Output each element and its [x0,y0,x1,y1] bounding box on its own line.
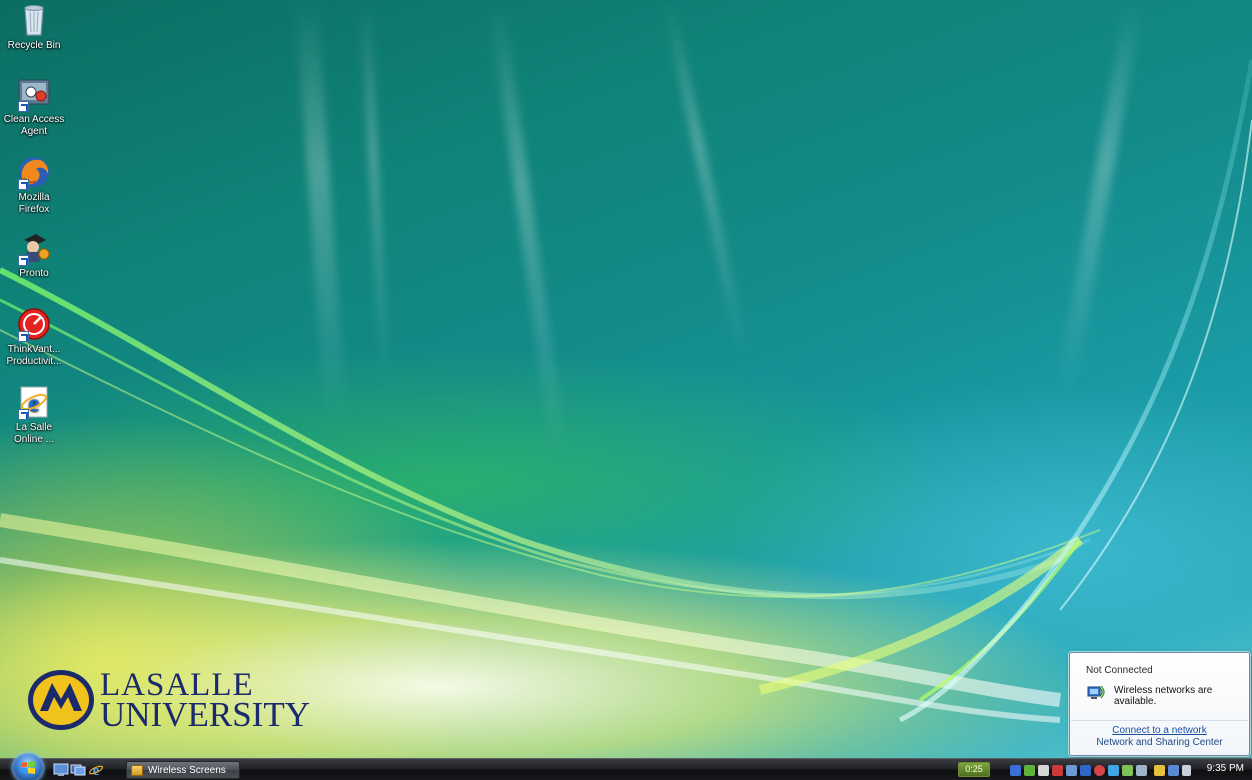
folder-icon [131,764,143,776]
desktop: Recycle Bin Clean Access Agent Mozilla F… [0,0,1252,758]
lasalle-university-logo: LASALLE UNIVERSITY [26,665,310,735]
notification-message: Wireless networks are available. [1114,685,1213,707]
pronto-icon [16,230,52,266]
tray-app-icon[interactable] [1052,764,1063,776]
notification-title: Not Connected [1086,665,1153,676]
desktop-icon-label: Recycle Bin [7,40,61,51]
desktop-icon-label: ThinkVant... Productivit... [6,344,62,367]
tray-network-icon[interactable] [1066,764,1077,776]
tray-app-icon[interactable] [1108,764,1119,776]
wireless-network-icon [1087,685,1105,699]
thinkvantage-icon [16,306,52,342]
desktop-icon-pronto[interactable]: Pronto [2,230,66,280]
desktop-icon-label: La Salle Online ... [13,422,55,445]
tray-wireless-icon[interactable] [1168,764,1179,776]
desktop-icon-mozilla-firefox[interactable]: Mozilla Firefox [2,154,66,216]
desktop-icon-label: Pronto [19,268,49,279]
lasalle-seal-icon [28,670,94,730]
desktop-icon-label: Clean Access Agent [3,114,65,137]
tray-app-icon[interactable] [1010,764,1021,776]
firefox-icon [16,154,52,190]
start-button[interactable] [12,753,44,780]
taskbar: e Wireless Screens 0:25 9:35 PM [0,753,1252,780]
tray-alert-icon[interactable] [1094,764,1105,776]
desktop-icon-la-salle-online[interactable]: e La Salle Online ... [2,384,66,446]
logo-line-2: UNIVERSITY [100,695,310,734]
tray-shield-icon[interactable] [1038,764,1049,776]
network-notification-popup[interactable]: Not Connected Wireless networks are avai… [1069,652,1250,756]
tray-power-icon[interactable] [1154,764,1165,776]
system-tray [1010,762,1194,778]
desktop-icon-clean-access-agent[interactable]: Clean Access Agent [2,76,66,138]
windows-logo-icon [21,761,35,774]
tray-app-icon[interactable] [1136,764,1147,776]
battery-timer[interactable]: 0:25 [958,762,990,777]
taskbar-window-wireless-screens[interactable]: Wireless Screens [126,761,240,779]
desktop-icon-thinkvantage[interactable]: ThinkVant... Productivit... [2,306,66,368]
tray-app-icon[interactable] [1122,764,1133,776]
recycle-bin-icon [16,2,52,38]
connect-to-network-link[interactable]: Connect to a network [1070,725,1249,736]
taskbar-clock[interactable]: 9:35 PM [1207,763,1244,774]
bluetooth-icon[interactable] [1080,764,1091,776]
svg-text:e: e [93,763,100,777]
notification-divider [1071,720,1248,721]
wallpaper-swoosh [0,59,1252,723]
network-sharing-center-link[interactable]: Network and Sharing Center [1070,737,1249,748]
internet-explorer-icon[interactable]: e [88,762,104,777]
internet-explorer-icon: e [16,384,52,420]
desktop-icon-recycle-bin[interactable]: Recycle Bin [2,2,66,52]
taskbar-window-label: Wireless Screens [148,764,226,776]
tray-app-icon[interactable] [1024,764,1035,776]
volume-icon[interactable] [1182,764,1191,776]
desktop-icon-label: Mozilla Firefox [18,192,50,215]
show-desktop-icon[interactable] [53,762,69,777]
clean-access-agent-icon [16,76,52,112]
switch-windows-icon[interactable] [70,762,86,777]
